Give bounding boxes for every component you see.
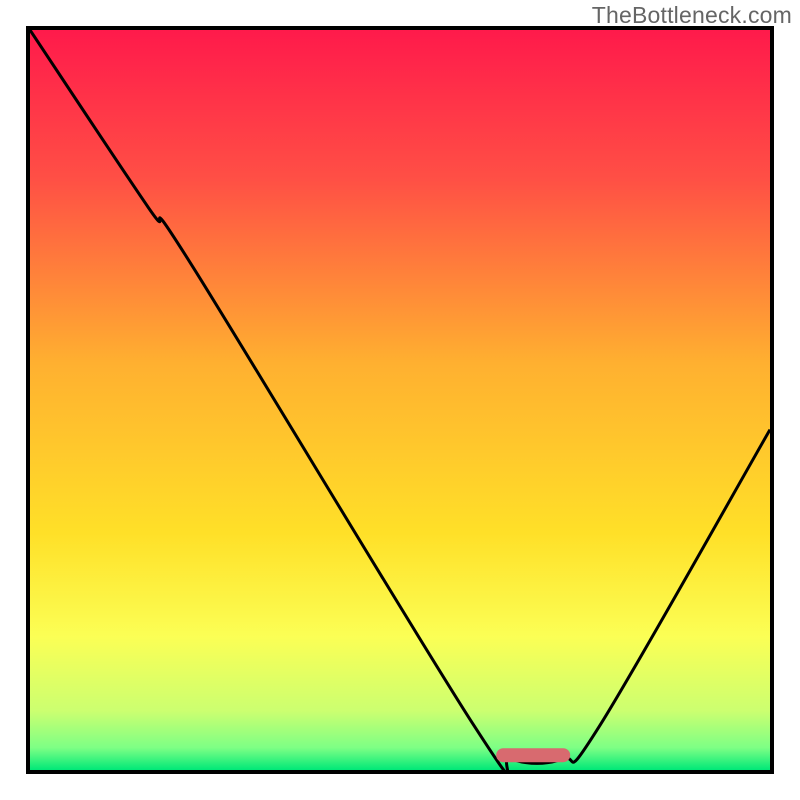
target-marker xyxy=(30,30,770,770)
plot-area xyxy=(26,26,774,774)
watermark-label: TheBottleneck.com xyxy=(592,2,792,29)
chart-container: TheBottleneck.com xyxy=(0,0,800,800)
